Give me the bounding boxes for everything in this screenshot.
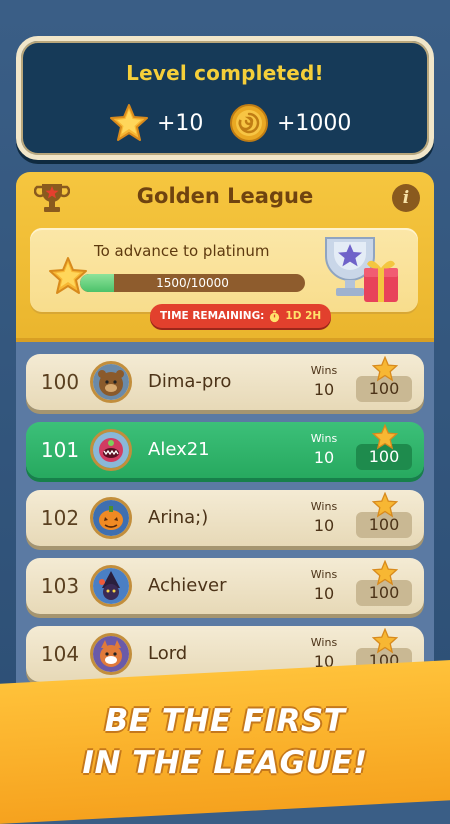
wins-value: 10: [313, 584, 335, 603]
stopwatch-icon: [270, 309, 280, 322]
wins-label: Wins: [310, 568, 338, 581]
promo-banner-text: BE THE FIRST IN THE LEAGUE!: [0, 700, 450, 784]
pumpkin-icon: [90, 497, 132, 539]
promo-line-1: BE THE FIRST: [104, 703, 346, 739]
row-rank: 101: [40, 438, 80, 462]
leaderboard-row-current-player[interactable]: 101 Alex21 Wins 10 100: [26, 422, 424, 478]
progress-star-icon: [49, 257, 87, 294]
time-remaining-value: 1D 2H: [285, 310, 322, 322]
row-rank: 102: [40, 506, 80, 530]
coin-icon: [230, 104, 268, 142]
wins-value: 10: [313, 380, 335, 399]
witch-icon: [90, 565, 132, 607]
coin-reward: +1000: [229, 103, 351, 143]
player-name: Achiever: [148, 575, 227, 596]
info-button[interactable]: i: [392, 184, 420, 212]
advance-progress-box: To advance to platinum 1500/10000: [30, 228, 418, 312]
star-icon: [110, 104, 148, 141]
wins-label: Wins: [310, 364, 338, 377]
platinum-trophy-gift-icon: [325, 237, 398, 302]
player-name: Dima-pro: [148, 371, 232, 392]
row-rank: 104: [40, 642, 80, 666]
row-rank: 100: [40, 370, 80, 394]
wins-label: Wins: [310, 500, 338, 513]
wins-label: Wins: [310, 636, 338, 649]
cat-icon: [90, 633, 132, 675]
score-star-icon: [372, 356, 398, 382]
player-name: Alex21: [148, 439, 210, 460]
leaderboard-list[interactable]: 100 Dima-pro Wins 10 100 101 Alex21 Wins…: [16, 342, 434, 692]
wins-value: 10: [313, 448, 335, 467]
advance-text: To advance to platinum: [94, 242, 270, 260]
score-star-icon: [372, 424, 398, 450]
time-remaining-badge: TIME REMAINING: 1D 2H: [150, 304, 332, 328]
level-complete-panel: Level completed! +10 +1000: [16, 36, 434, 160]
star-reward-amount: +10: [157, 110, 204, 136]
score-star-icon: [372, 560, 398, 586]
leaderboard-row[interactable]: 100 Dima-pro Wins 10 100: [26, 354, 424, 410]
player-name: Arina;): [148, 507, 209, 528]
promo-line-2: IN THE LEAGUE!: [82, 745, 368, 781]
league-title: Golden League: [136, 184, 314, 208]
score-star-icon: [372, 628, 398, 654]
coin-reward-amount: +1000: [277, 110, 352, 136]
level-completed-title: Level completed!: [126, 61, 324, 85]
wins-label: Wins: [310, 432, 338, 445]
plant-monster-icon: [90, 429, 132, 471]
wins-value: 10: [313, 516, 335, 535]
progress-bar: 1500/10000: [80, 274, 305, 292]
progress-text: 1500/10000: [156, 276, 229, 290]
bear-icon: [90, 361, 132, 403]
leaderboard-row[interactable]: 102 Arina;) Wins 10 100: [26, 490, 424, 546]
score-star-icon: [372, 492, 398, 518]
time-remaining-label: TIME REMAINING:: [160, 310, 265, 322]
reward-row: +10 +1000: [21, 103, 429, 143]
row-rank: 103: [40, 574, 80, 598]
leaderboard-row[interactable]: 103 Achiever Wins 10 100: [26, 558, 424, 614]
star-reward: +10: [109, 103, 203, 143]
